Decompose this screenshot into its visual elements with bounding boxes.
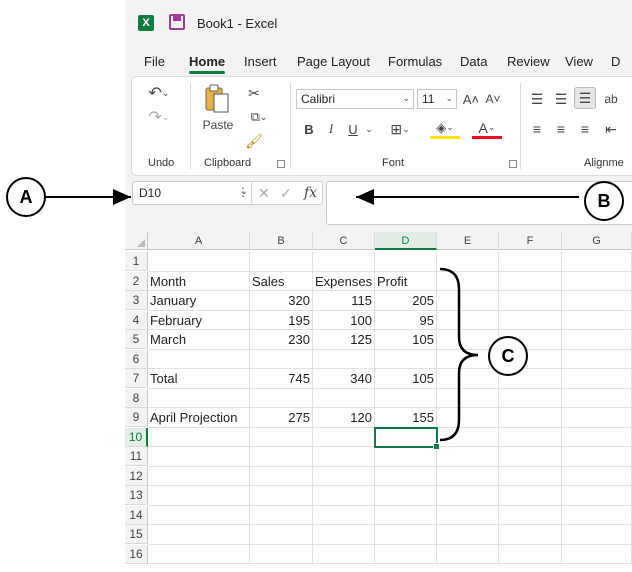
- callout-arrows: [46, 189, 579, 442]
- brace-around-data: [439, 267, 479, 442]
- callout-c: C: [488, 336, 528, 376]
- callout-b: B: [584, 181, 624, 221]
- callout-a: A: [6, 177, 46, 217]
